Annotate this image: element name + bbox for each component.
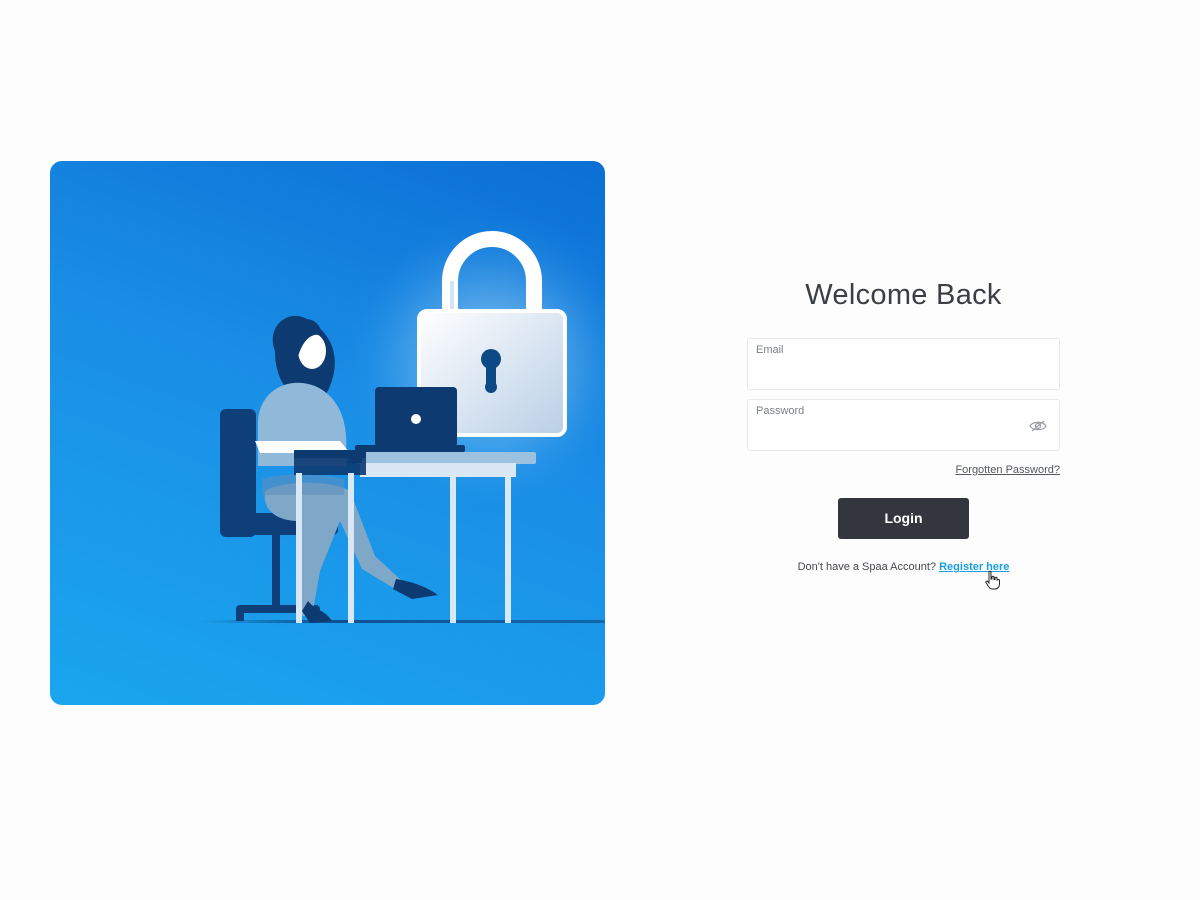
login-button-row: Login [747,498,1060,539]
email-input[interactable] [756,361,1023,383]
password-input[interactable] [756,422,1023,444]
login-page: Welcome Back Email Password Forgotten Pa… [0,0,1200,900]
email-label: Email [756,344,784,356]
eye-off-icon[interactable] [1029,419,1047,433]
forgot-password-link[interactable]: Forgotten Password? [955,464,1060,476]
forgot-password-row: Forgotten Password? [747,460,1060,480]
security-illustration [50,161,605,705]
email-field[interactable]: Email [747,338,1060,390]
hand-pointer-icon [985,570,1000,590]
woman-at-desk-with-padlock-illustration [200,211,605,623]
password-label: Password [756,405,805,417]
login-form: Welcome Back Email Password Forgotten Pa… [747,270,1060,590]
register-prompt: Don't have a Spaa Account? [797,561,937,573]
page-title: Welcome Back [805,279,1002,311]
login-button[interactable]: Login [838,498,969,539]
register-row: Don't have a Spaa Account? Register here [747,561,1060,590]
password-field[interactable]: Password [747,399,1060,451]
